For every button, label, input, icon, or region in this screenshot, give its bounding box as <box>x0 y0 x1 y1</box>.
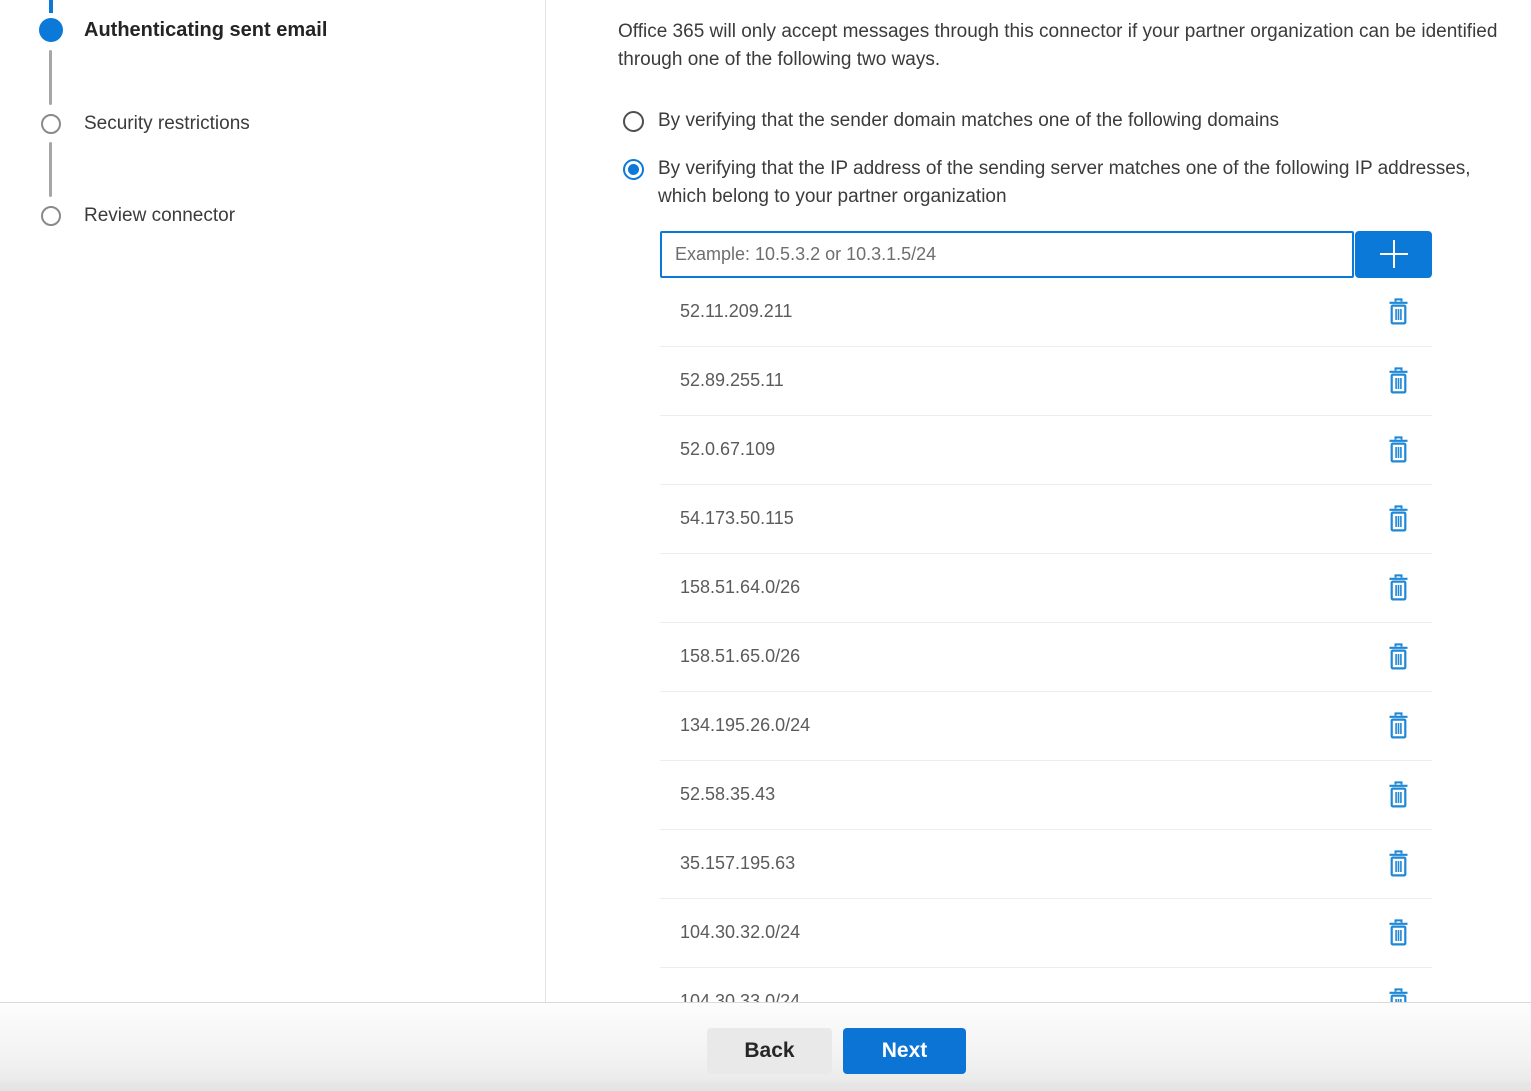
step-security-restrictions: Security restrictions <box>0 113 250 135</box>
delete-ip-button[interactable] <box>1379 501 1418 536</box>
trash-icon <box>1388 781 1409 808</box>
delete-ip-button[interactable] <box>1379 432 1418 467</box>
intro-text: Office 365 will only accept messages thr… <box>618 18 1526 74</box>
ip-address-value: 54.173.50.115 <box>680 508 794 529</box>
delete-ip-button[interactable] <box>1379 846 1418 881</box>
ip-address-value: 52.89.255.11 <box>680 370 784 391</box>
step-label: Security restrictions <box>84 113 250 135</box>
ip-address-value: 52.11.209.211 <box>680 301 792 322</box>
radio-unselected-icon[interactable] <box>623 111 644 132</box>
ip-address-value: 52.58.35.43 <box>680 784 775 805</box>
ip-address-value: 104.30.32.0/24 <box>680 922 800 943</box>
step-content-panel: Office 365 will only accept messages thr… <box>546 0 1531 1002</box>
wizard-steps-sidebar: Authenticating sent email Security restr… <box>0 0 546 1002</box>
ip-list-row: 52.11.209.211 <box>660 278 1432 347</box>
trash-icon <box>1388 505 1409 532</box>
delete-ip-button[interactable] <box>1379 363 1418 398</box>
ip-address-input[interactable] <box>660 231 1354 278</box>
trash-icon <box>1388 643 1409 670</box>
ip-list-row: 104.30.32.0/24 <box>660 899 1432 968</box>
ip-list-row: 35.157.195.63 <box>660 830 1432 899</box>
radio-selected-icon[interactable] <box>623 159 644 180</box>
trash-icon <box>1388 367 1409 394</box>
trash-icon <box>1388 574 1409 601</box>
step-label: Review connector <box>84 205 235 227</box>
ip-address-value: 104.30.33.0/24 <box>680 991 800 1002</box>
verification-options: By verifying that the sender domain matc… <box>618 107 1531 212</box>
ip-address-value: 52.0.67.109 <box>680 439 775 460</box>
delete-ip-button[interactable] <box>1379 294 1418 329</box>
radio-option-label: By verifying that the sender domain matc… <box>658 107 1279 136</box>
step-authenticating-sent-email: Authenticating sent email <box>0 18 327 42</box>
step-review-connector: Review connector <box>0 205 235 227</box>
wizard-footer: Back Next <box>0 1002 1531 1091</box>
ip-address-section: 52.11.209.211 52.89.255.11 <box>660 231 1432 1003</box>
radio-option-sender-domain[interactable]: By verifying that the sender domain matc… <box>618 107 1531 136</box>
ip-address-value: 158.51.64.0/26 <box>680 577 800 598</box>
next-button[interactable]: Next <box>843 1028 966 1074</box>
current-step-indicator-icon <box>39 18 63 42</box>
ip-list-row: 158.51.65.0/26 <box>660 623 1432 692</box>
new-connector-wizard-screen: Authenticating sent email Security restr… <box>0 0 1531 1091</box>
step-label: Authenticating sent email <box>84 19 327 42</box>
delete-ip-button[interactable] <box>1379 777 1418 812</box>
plus-icon <box>1376 236 1412 272</box>
previous-step-rail <box>49 0 53 13</box>
ip-input-row <box>660 231 1432 278</box>
ip-address-value: 134.195.26.0/24 <box>680 715 810 736</box>
radio-option-label: By verifying that the IP address of the … <box>658 155 1476 212</box>
upcoming-step-indicator-icon <box>41 206 61 226</box>
ip-list-row: 134.195.26.0/24 <box>660 692 1432 761</box>
delete-ip-button[interactable] <box>1379 984 1418 1002</box>
trash-icon <box>1388 298 1409 325</box>
ip-list-row: 158.51.64.0/26 <box>660 554 1432 623</box>
ip-address-list: 52.11.209.211 52.89.255.11 <box>660 278 1432 1003</box>
step-connector-line <box>49 142 52 197</box>
ip-address-value: 158.51.65.0/26 <box>680 646 800 667</box>
ip-list-row: 54.173.50.115 <box>660 485 1432 554</box>
trash-icon <box>1388 919 1409 946</box>
trash-icon <box>1388 988 1409 1002</box>
upcoming-step-indicator-icon <box>41 114 61 134</box>
trash-icon <box>1388 712 1409 739</box>
trash-icon <box>1388 850 1409 877</box>
add-ip-button[interactable] <box>1355 231 1432 278</box>
ip-list-row: 104.30.33.0/24 <box>660 968 1432 1003</box>
back-button[interactable]: Back <box>707 1028 832 1074</box>
ip-list-row: 52.58.35.43 <box>660 761 1432 830</box>
delete-ip-button[interactable] <box>1379 915 1418 950</box>
radio-option-ip-address[interactable]: By verifying that the IP address of the … <box>618 155 1531 212</box>
ip-list-row: 52.0.67.109 <box>660 416 1432 485</box>
trash-icon <box>1388 436 1409 463</box>
step-connector-line <box>49 50 52 105</box>
delete-ip-button[interactable] <box>1379 639 1418 674</box>
delete-ip-button[interactable] <box>1379 570 1418 605</box>
ip-list-row: 52.89.255.11 <box>660 347 1432 416</box>
delete-ip-button[interactable] <box>1379 708 1418 743</box>
ip-address-value: 35.157.195.63 <box>680 853 795 874</box>
